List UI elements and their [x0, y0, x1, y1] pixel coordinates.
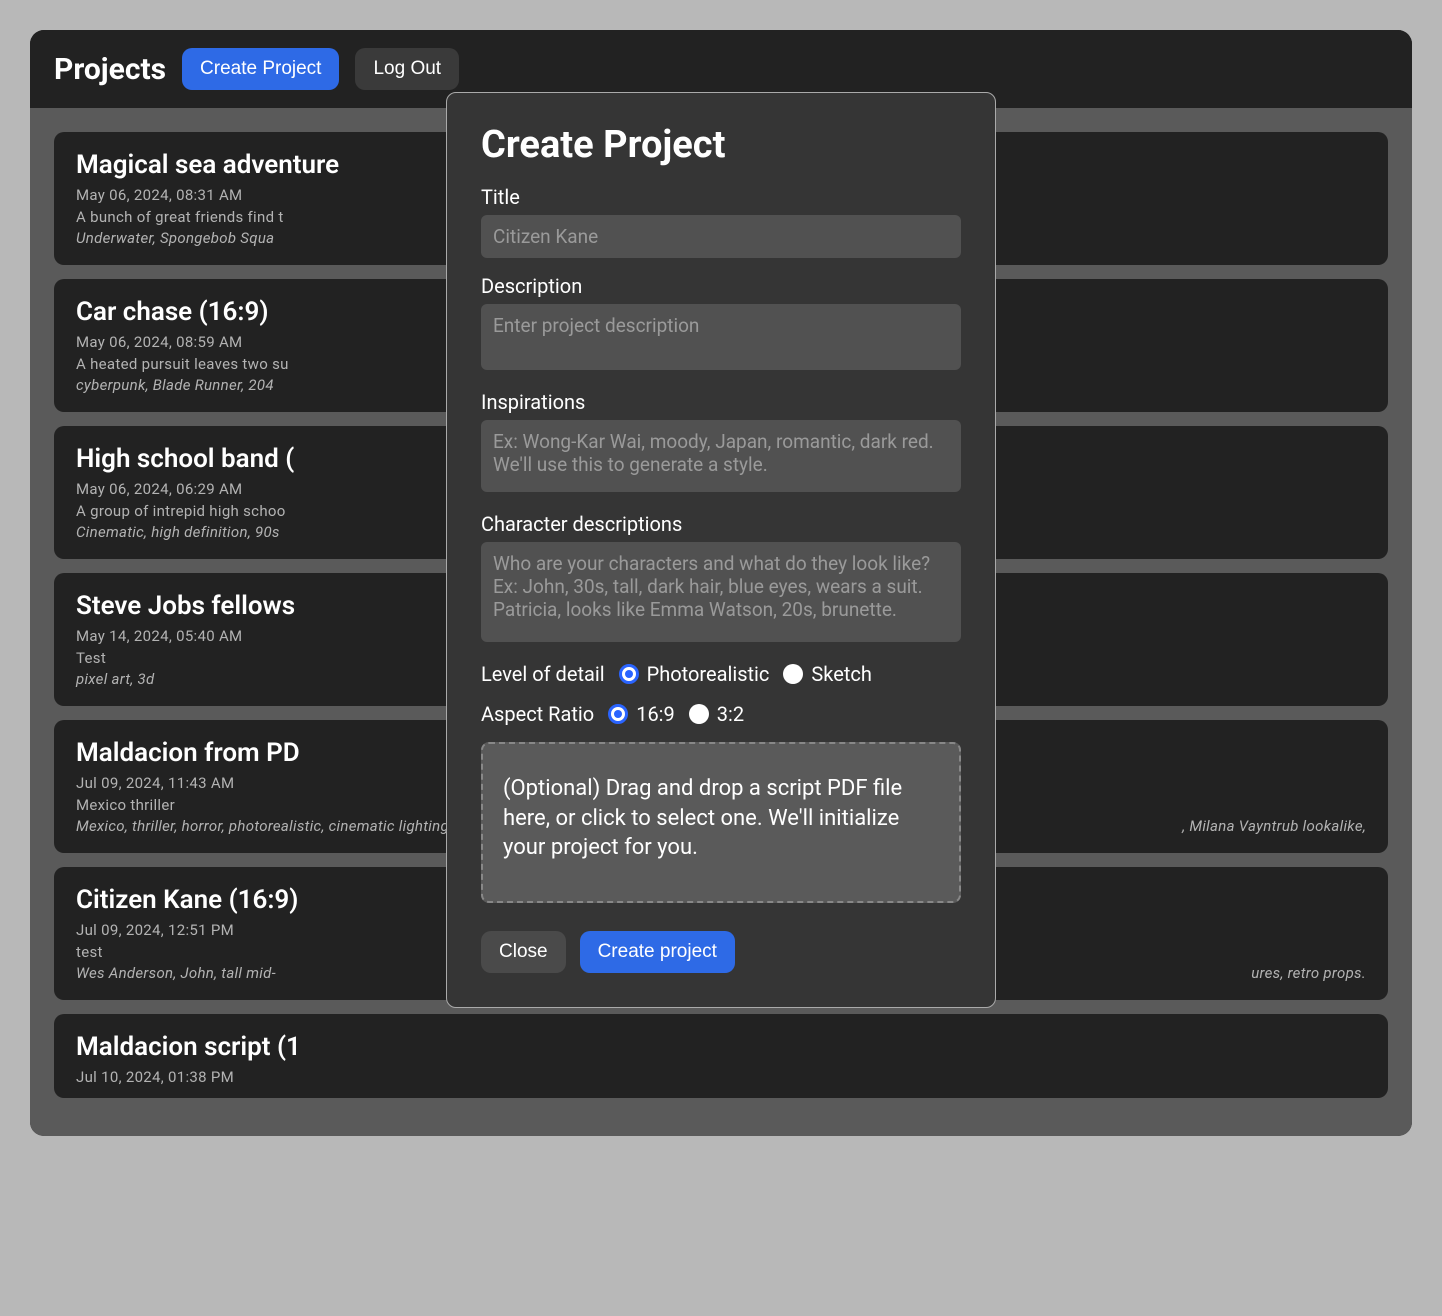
- characters-label: Character descriptions: [481, 512, 961, 536]
- detail-radio-group: Level of detail Photorealistic Sketch: [481, 662, 961, 686]
- close-button[interactable]: Close: [481, 931, 566, 973]
- description-input[interactable]: [481, 304, 961, 370]
- aspect-label: Aspect Ratio: [481, 702, 594, 726]
- logout-button[interactable]: Log Out: [355, 48, 459, 90]
- create-project-modal: Create Project Title Description Inspira…: [446, 92, 996, 1008]
- radio-option-label: 3:2: [717, 702, 744, 726]
- inspirations-input[interactable]: [481, 420, 961, 492]
- radio-16-9[interactable]: [608, 704, 628, 724]
- aspect-radio-group: Aspect Ratio 16:9 3:2: [481, 702, 961, 726]
- project-tags-right: ures, retro props.: [1251, 964, 1366, 982]
- detail-label: Level of detail: [481, 662, 605, 686]
- create-project-submit-button[interactable]: Create project: [580, 931, 735, 973]
- radio-3-2[interactable]: [689, 704, 709, 724]
- radio-option-label: Photorealistic: [647, 662, 770, 686]
- inspirations-label: Inspirations: [481, 390, 961, 414]
- characters-input[interactable]: [481, 542, 961, 642]
- description-label: Description: [481, 274, 961, 298]
- project-tags-right: , Milana Vayntrub lookalike,: [1182, 817, 1366, 835]
- modal-actions: Close Create project: [481, 931, 961, 973]
- project-title: Maldacion script (1: [76, 1032, 1366, 1062]
- project-card[interactable]: Maldacion script (1 Jul 10, 2024, 01:38 …: [54, 1014, 1388, 1098]
- radio-option-label: 16:9: [636, 702, 675, 726]
- radio-option-label: Sketch: [811, 662, 871, 686]
- page-title: Projects: [54, 52, 166, 87]
- create-project-button[interactable]: Create Project: [182, 48, 339, 90]
- project-tags-left: Wes Anderson, John, tall mid-: [76, 964, 276, 982]
- project-date: Jul 10, 2024, 01:38 PM: [76, 1068, 1366, 1086]
- radio-sketch[interactable]: [783, 664, 803, 684]
- radio-photorealistic[interactable]: [619, 664, 639, 684]
- modal-title: Create Project: [481, 123, 961, 167]
- title-label: Title: [481, 185, 961, 209]
- script-dropzone[interactable]: (Optional) Drag and drop a script PDF fi…: [481, 742, 961, 903]
- title-input[interactable]: [481, 215, 961, 258]
